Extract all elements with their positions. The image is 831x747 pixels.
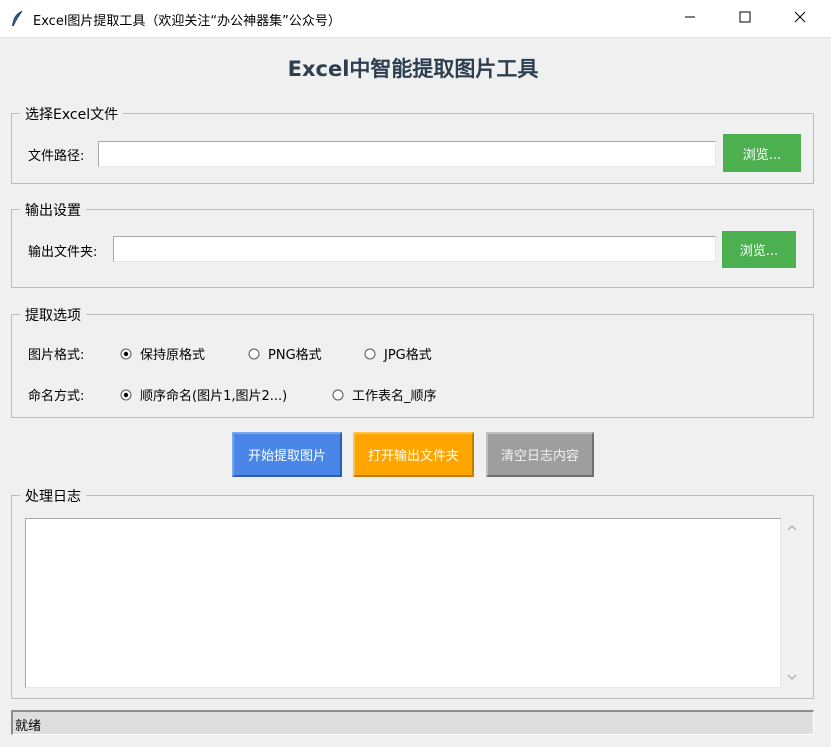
file-group-title: 选择Excel文件 [20,104,124,124]
naming-radio-sheetname[interactable]: 工作表名_顺序 [332,385,437,404]
browse-file-button[interactable]: 浏览... [723,134,801,172]
file-path-input[interactable] [98,141,716,167]
output-group-title: 输出设置 [20,200,86,220]
radio-unselected-icon [332,389,344,401]
title-bar: Excel图片提取工具（欢迎关注“办公神器集”公众号） [0,0,831,38]
radio-selected-icon [120,348,132,360]
format-option-label: 保持原格式 [140,348,206,363]
clear-log-button[interactable]: 清空日志内容 [486,432,594,477]
page-title: Excel中智能提取图片工具 [287,57,539,81]
log-group: 处理日志 [11,486,814,699]
log-group-title: 处理日志 [20,486,86,506]
naming-radio-sequential[interactable]: 顺序命名(图片1,图片2...) [120,385,287,404]
maximize-button[interactable] [717,0,773,38]
minimize-button[interactable] [662,0,718,38]
file-path-label: 文件路径: [28,149,85,164]
radio-unselected-icon [248,348,260,360]
radio-selected-icon [120,389,132,401]
naming-option-label: 顺序命名(图片1,图片2...) [140,389,288,404]
format-option-label: PNG格式 [268,348,322,363]
format-radio-original[interactable]: 保持原格式 [120,344,205,363]
start-extract-button[interactable]: 开始提取图片 [232,432,342,477]
open-output-folder-button[interactable]: 打开输出文件夹 [353,432,474,477]
output-group: 输出设置 输出文件夹: 浏览... [11,200,814,288]
scroll-up-icon[interactable] [787,524,797,534]
options-group: 提取选项 图片格式: 保持原格式 PNG格式 JPG格式 命名方式: 顺序命名(… [11,305,814,418]
options-group-title: 提取选项 [20,305,86,325]
format-option-label: JPG格式 [384,348,432,363]
status-text: 就绪 [15,719,42,734]
minimize-icon [684,11,696,27]
window-title: Excel图片提取工具（欢迎关注“办公神器集”公众号） [33,14,341,29]
output-folder-label: 输出文件夹: [28,245,98,260]
feather-icon [10,10,24,28]
file-group: 选择Excel文件 文件路径: 浏览... [11,104,814,184]
output-folder-input[interactable] [113,236,716,262]
format-radio-png[interactable]: PNG格式 [248,344,322,363]
close-button[interactable] [772,0,828,38]
log-scrollbar[interactable] [783,518,803,688]
radio-unselected-icon [364,348,376,360]
naming-option-label: 工作表名_顺序 [352,389,437,404]
browse-output-button[interactable]: 浏览... [722,231,796,268]
naming-label: 命名方式: [28,389,85,404]
log-textarea[interactable] [25,518,781,688]
close-icon [794,11,806,27]
format-radio-jpg[interactable]: JPG格式 [364,344,432,363]
format-label: 图片格式: [28,348,85,363]
status-bar: 就绪 [11,710,814,735]
maximize-icon [739,11,751,27]
scroll-down-icon[interactable] [787,674,797,684]
